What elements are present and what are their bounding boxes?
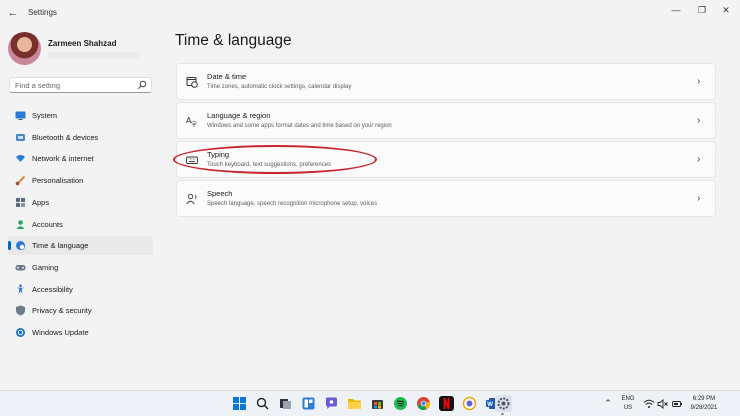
sidebar-item-personalisation[interactable]: Personalisation bbox=[8, 171, 153, 190]
sidebar-item-privacy[interactable]: Privacy & security bbox=[8, 301, 153, 320]
taskbar: W ⌃ ENG US 6:29 PM 9/28/2021 bbox=[0, 390, 740, 416]
bluetooth-icon bbox=[16, 134, 25, 141]
svg-text:W: W bbox=[487, 402, 493, 408]
globe-clock-icon bbox=[16, 241, 25, 250]
search-placeholder: Find a setting bbox=[15, 81, 61, 90]
apps-grid-icon bbox=[16, 198, 25, 207]
sidebar-item-apps[interactable]: Apps bbox=[8, 193, 153, 212]
store-icon[interactable] bbox=[370, 396, 385, 411]
sidebar-item-label: Network & internet bbox=[32, 154, 94, 163]
sidebar-item-label: Accounts bbox=[32, 220, 63, 229]
sidebar-item-accounts[interactable]: Accounts bbox=[8, 215, 153, 234]
chevron-right-icon: › bbox=[697, 154, 701, 165]
chat-icon[interactable] bbox=[324, 396, 339, 411]
title-bar: ← Settings — ❐ ✕ bbox=[0, 0, 740, 26]
page-title: Time & language bbox=[175, 32, 292, 49]
sidebar-item-windows-update[interactable]: Windows Update bbox=[8, 323, 153, 342]
card-speech[interactable]: Speech Speech language, speech recogniti… bbox=[176, 180, 716, 217]
search-icon[interactable] bbox=[255, 396, 270, 411]
card-date-time[interactable]: Date & time Time zones, automatic clock … bbox=[176, 63, 716, 100]
file-explorer-icon[interactable] bbox=[347, 396, 362, 411]
card-language-region[interactable]: A字 Language & region Windows and some ap… bbox=[176, 102, 716, 139]
chrome-icon[interactable] bbox=[416, 396, 431, 411]
sidebar-item-network[interactable]: Network & internet bbox=[8, 149, 153, 168]
chevron-up-icon[interactable]: ⌃ bbox=[603, 398, 613, 408]
language-icon: A字 bbox=[186, 116, 197, 128]
shield-icon bbox=[16, 305, 25, 316]
settings-icon[interactable] bbox=[495, 395, 512, 412]
spotify-icon[interactable] bbox=[393, 396, 408, 411]
battery-icon[interactable] bbox=[671, 397, 683, 409]
update-icon bbox=[16, 328, 25, 337]
chevron-right-icon: › bbox=[697, 115, 701, 126]
sidebar-item-system[interactable]: System bbox=[8, 106, 153, 125]
search-input[interactable]: Find a setting bbox=[9, 77, 152, 93]
sidebar-item-label: Personalisation bbox=[32, 176, 84, 185]
chevron-right-icon: › bbox=[697, 193, 701, 204]
widgets-icon[interactable] bbox=[301, 396, 316, 411]
region-code[interactable]: US bbox=[619, 405, 637, 411]
task-view-icon[interactable] bbox=[278, 396, 293, 411]
svg-text:字: 字 bbox=[191, 121, 197, 128]
close-button[interactable]: ✕ bbox=[716, 3, 736, 17]
monitor-icon bbox=[15, 111, 26, 120]
wifi-icon[interactable] bbox=[643, 397, 655, 409]
card-subtitle: Speech language, speech recognition micr… bbox=[207, 201, 378, 207]
calendar-clock-icon bbox=[186, 77, 198, 88]
running-indicator bbox=[501, 413, 504, 415]
keyboard-icon bbox=[186, 156, 198, 164]
sidebar-item-label: Accessibility bbox=[32, 285, 73, 294]
window-title: Settings bbox=[28, 8, 57, 17]
user-name: Zarmeen Shahzad bbox=[48, 39, 117, 48]
avatar[interactable] bbox=[8, 32, 41, 65]
photos-icon[interactable] bbox=[462, 396, 477, 411]
netflix-icon[interactable] bbox=[439, 396, 454, 411]
minimize-button[interactable]: — bbox=[666, 3, 686, 17]
sidebar-item-gaming[interactable]: Gaming bbox=[8, 258, 153, 277]
redacted-email bbox=[48, 52, 140, 59]
sidebar-item-label: Time & language bbox=[32, 241, 89, 250]
search-icon bbox=[137, 80, 147, 90]
sidebar-item-label: Gaming bbox=[32, 263, 59, 272]
gamepad-icon bbox=[15, 265, 26, 271]
sidebar-item-label: Windows Update bbox=[32, 328, 89, 337]
card-title: Date & time bbox=[207, 72, 247, 81]
speech-icon bbox=[186, 193, 197, 205]
brush-icon bbox=[15, 175, 26, 186]
person-icon bbox=[16, 220, 25, 229]
restore-button[interactable]: ❐ bbox=[692, 3, 712, 17]
sidebar-item-label: Privacy & security bbox=[32, 306, 92, 315]
language-code[interactable]: ENG bbox=[619, 396, 637, 402]
sidebar-item-accessibility[interactable]: Accessibility bbox=[8, 280, 153, 299]
clock-date[interactable]: 9/28/2021 bbox=[686, 405, 722, 411]
card-title: Typing bbox=[207, 150, 230, 159]
accessibility-icon bbox=[16, 284, 25, 294]
card-subtitle: Windows and some apps format dates and t… bbox=[207, 123, 392, 129]
sidebar-item-time-language[interactable]: Time & language bbox=[8, 236, 153, 255]
sidebar-item-label: Apps bbox=[32, 198, 50, 207]
wifi-icon bbox=[16, 155, 25, 162]
card-subtitle: Touch keyboard, text suggestions, prefer… bbox=[207, 162, 332, 168]
chevron-right-icon: › bbox=[697, 76, 701, 87]
sidebar-item-bluetooth[interactable]: Bluetooth & devices bbox=[8, 128, 153, 147]
back-arrow-icon[interactable]: ← bbox=[6, 6, 20, 20]
card-subtitle: Time zones, automatic clock settings, ca… bbox=[207, 84, 352, 90]
card-title: Speech bbox=[207, 189, 233, 198]
volume-muted-icon[interactable] bbox=[657, 397, 669, 409]
sidebar-item-label: System bbox=[32, 111, 58, 120]
card-typing[interactable]: Typing Touch keyboard, text suggestions,… bbox=[176, 141, 716, 178]
start-icon[interactable] bbox=[232, 396, 247, 411]
clock-time[interactable]: 6:29 PM bbox=[686, 396, 722, 402]
card-title: Language & region bbox=[207, 111, 271, 120]
sidebar-item-label: Bluetooth & devices bbox=[32, 133, 99, 142]
